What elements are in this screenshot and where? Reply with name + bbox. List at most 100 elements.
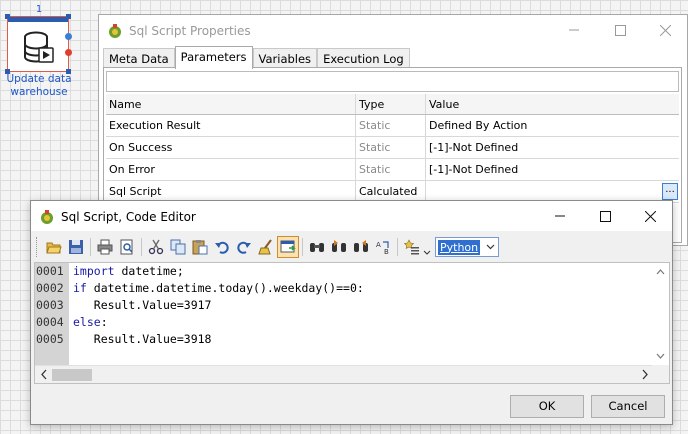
maximize-icon <box>599 210 611 222</box>
code-line: if datetime.datetime.today().weekday()==… <box>73 280 364 297</box>
param-name: Execution Result <box>106 115 356 136</box>
param-value[interactable]: [-1]-Not Defined <box>426 159 679 180</box>
resize-handle[interactable] <box>66 14 71 19</box>
clear-button[interactable] <box>255 236 277 258</box>
code-rest: datetime; <box>114 264 184 278</box>
chevron-right-icon[interactable] <box>638 366 652 383</box>
toolbar-grip[interactable] <box>36 237 39 257</box>
param-name: On Error <box>106 159 356 180</box>
scrollbar-corner <box>652 365 669 383</box>
chevron-down-icon[interactable] <box>652 349 669 363</box>
app-icon <box>41 210 53 224</box>
node-index: 1 <box>35 4 43 15</box>
success-connector[interactable] <box>65 33 72 40</box>
tab-parameters[interactable]: Parameters <box>174 46 253 69</box>
line-number: 0004 <box>36 315 64 329</box>
param-value[interactable]: ... <box>426 181 679 202</box>
tab-variables[interactable]: Variables <box>252 48 318 69</box>
grid-header: Name Type Value <box>106 94 679 115</box>
column-header-type[interactable]: Type <box>356 94 426 114</box>
minimize-icon <box>569 29 579 31</box>
redo-button[interactable] <box>233 236 255 258</box>
ok-button[interactable]: OK <box>510 395 584 418</box>
minimize-icon <box>555 215 565 217</box>
line-number-gutter: 0001 0002 0003 0004 0005 <box>35 263 69 365</box>
paste-button[interactable] <box>189 236 211 258</box>
error-connector[interactable] <box>65 49 72 56</box>
maximize-button[interactable] <box>597 15 643 45</box>
svg-text:B: B <box>384 248 389 255</box>
filter-input[interactable] <box>106 71 679 92</box>
clear-icon <box>258 239 272 255</box>
tab-execution-log[interactable]: Execution Log <box>317 48 410 69</box>
table-row[interactable]: Execution Result Static Defined By Actio… <box>106 115 679 137</box>
replace-icon: AB <box>376 241 389 255</box>
toolbar-separator <box>90 238 91 256</box>
bookmark-icon <box>404 239 419 255</box>
workflow-node-update-data-warehouse[interactable]: 1 Update data warehouse <box>3 4 75 100</box>
horizontal-scrollbar[interactable] <box>35 365 654 383</box>
paste-icon <box>192 240 208 255</box>
code-rest: : <box>100 315 108 329</box>
param-type: Calculated <box>356 181 426 202</box>
replace-button[interactable]: AB <box>372 236 394 258</box>
node-header-bar <box>8 17 68 22</box>
node-label[interactable]: Update data warehouse <box>3 73 75 99</box>
properties-titlebar[interactable]: Sql Script Properties <box>99 15 687 46</box>
find-previous-button[interactable] <box>350 236 372 258</box>
param-value[interactable]: Defined By Action <box>426 115 679 136</box>
line-number: 0001 <box>36 264 64 278</box>
vertical-scrollbar[interactable] <box>652 263 669 365</box>
find-button[interactable] <box>306 236 328 258</box>
bookmark-button[interactable] <box>401 236 423 258</box>
insert-button[interactable] <box>277 236 299 258</box>
param-type: Static <box>356 137 426 158</box>
table-row[interactable]: On Error Static [-1]-Not Defined <box>106 159 679 181</box>
code-rest: Result.Value=3918 <box>73 332 212 346</box>
close-button[interactable] <box>642 15 688 45</box>
open-button[interactable] <box>43 236 65 258</box>
print-button[interactable] <box>94 236 116 258</box>
code-keyword: import <box>73 264 115 278</box>
code-editor[interactable]: 0001 0002 0003 0004 0005 import datetime… <box>34 262 670 384</box>
cut-button[interactable] <box>145 236 167 258</box>
code-text[interactable]: import datetime; if datetime.datetime.to… <box>73 263 364 348</box>
table-row[interactable]: On Success Static [-1]-Not Defined <box>106 137 679 159</box>
database-script-icon <box>24 31 54 63</box>
param-value[interactable]: [-1]-Not Defined <box>426 137 679 158</box>
editor-titlebar[interactable]: Sql Script, Code Editor <box>31 201 672 231</box>
save-button[interactable] <box>65 236 87 258</box>
edit-script-button[interactable]: ... <box>662 183 678 200</box>
minimize-button[interactable] <box>537 201 583 231</box>
redo-icon <box>237 241 251 254</box>
window-title: Sql Script Properties <box>129 24 251 38</box>
close-button[interactable] <box>627 201 673 231</box>
column-header-value[interactable]: Value <box>426 94 679 114</box>
node-box[interactable] <box>5 14 72 74</box>
code-line: else: <box>73 314 364 331</box>
cut-icon <box>148 239 164 255</box>
param-type: Static <box>356 159 426 180</box>
cancel-button[interactable]: Cancel <box>591 395 665 418</box>
find-next-button[interactable] <box>328 236 350 258</box>
tab-meta-data[interactable]: Meta Data <box>103 48 175 69</box>
code-keyword: if <box>73 281 87 295</box>
open-icon <box>46 242 62 254</box>
parameters-grid: Name Type Value Execution Result Static … <box>106 94 679 203</box>
print-preview-button[interactable] <box>116 236 138 258</box>
chevron-left-icon[interactable] <box>37 366 51 383</box>
chevron-down-icon[interactable] <box>423 246 431 256</box>
copy-button[interactable] <box>167 236 189 258</box>
close-icon <box>659 24 671 36</box>
find-next-icon <box>332 240 346 252</box>
language-select[interactable]: Python <box>435 237 499 257</box>
chevron-up-icon[interactable] <box>652 265 669 279</box>
undo-button[interactable] <box>211 236 233 258</box>
resize-handle[interactable] <box>5 14 10 19</box>
scrollbar-thumb[interactable] <box>52 369 92 381</box>
column-header-name[interactable]: Name <box>106 94 356 114</box>
minimize-button[interactable] <box>551 15 597 45</box>
param-type: Static <box>356 115 426 136</box>
line-number: 0002 <box>36 281 64 295</box>
maximize-button[interactable] <box>582 201 628 231</box>
